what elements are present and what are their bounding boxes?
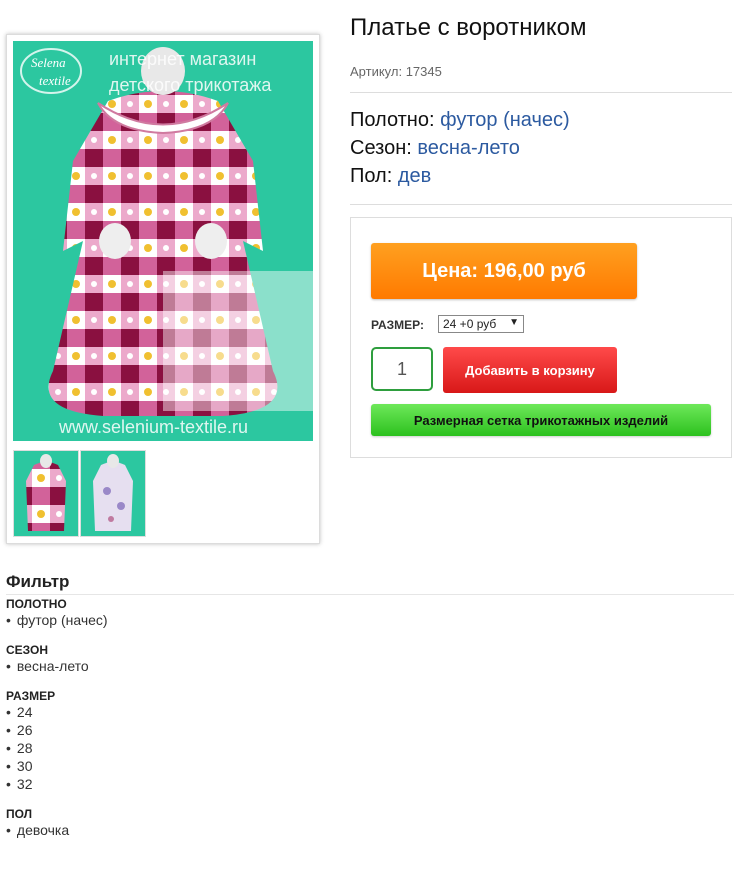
add-to-cart-button[interactable]: Добавить в корзину [443, 347, 617, 393]
attribute-label: Сезон: [350, 137, 412, 159]
attribute-gender: Пол: дев [350, 165, 431, 188]
sku-label: Артикул: [350, 64, 403, 79]
filter-item[interactable]: 28 [6, 739, 734, 757]
attribute-label: Полотно: [350, 109, 435, 131]
attribute-season: Сезон: весна-лето [350, 137, 520, 160]
filter-group-title: ПОЛОТНО [6, 597, 67, 611]
filter-item[interactable]: 26 [6, 721, 734, 739]
filter-title: Фильтр [6, 572, 734, 595]
buy-box: Цена: 196,00 руб РАЗМЕР: 24 +0 руб ▼ 1 Д… [350, 217, 732, 458]
watermark-line-2: детского трикотажа [109, 75, 272, 95]
logo-text-2: textile [39, 73, 71, 88]
attribute-link-fabric[interactable]: футор (начес) [440, 109, 570, 131]
attribute-label: Пол: [350, 165, 393, 187]
filter-panel: Фильтр ПОЛОТНО футор (начес) СЕЗОН весна… [6, 572, 734, 839]
filter-group-gender: ПОЛ девочка [6, 807, 734, 839]
sku-value: 17345 [405, 64, 442, 79]
size-label: РАЗМЕР: [371, 318, 424, 332]
filter-item[interactable]: футор (начес) [6, 611, 734, 629]
logo-text-1: Selena [31, 55, 66, 70]
filter-group-season: СЕЗОН весна-лето [6, 643, 734, 675]
sku-row: Артикул: 17345 [350, 64, 442, 79]
filter-item[interactable]: 32 [6, 775, 734, 793]
chevron-down-icon: ▼ [509, 317, 519, 328]
quantity-input[interactable]: 1 [371, 347, 433, 391]
size-chart-button[interactable]: Размерная сетка трикотажных изделий [371, 404, 711, 436]
main-product-image[interactable]: Selena textile интернет магазин детского… [13, 41, 313, 441]
filter-group-size: РАЗМЕР 24 26 28 30 32 [6, 689, 734, 793]
filter-item[interactable]: 30 [6, 757, 734, 775]
product-gallery: Selena textile интернет магазин детского… [6, 34, 320, 544]
watermark-url: www.selenium-textile.ru [58, 417, 248, 437]
filter-group-fabric: ПОЛОТНО футор (начес) [6, 597, 734, 629]
filter-group-title: РАЗМЕР [6, 689, 56, 703]
divider [350, 204, 732, 205]
filter-item[interactable]: 24 [6, 703, 734, 721]
attribute-link-season[interactable]: весна-лето [417, 137, 520, 159]
thumbnail-1[interactable] [13, 450, 79, 537]
watermark-line-1: интернет магазин [109, 49, 256, 69]
divider [350, 92, 732, 93]
thumbnail-2[interactable] [80, 450, 146, 537]
filter-item[interactable]: девочка [6, 821, 734, 839]
attribute-link-gender[interactable]: дев [398, 165, 431, 187]
filter-item[interactable]: весна-лето [6, 657, 734, 675]
product-title: Платье с воротником [350, 14, 587, 41]
size-select[interactable]: 24 +0 руб ▼ [438, 315, 524, 333]
price-button[interactable]: Цена: 196,00 руб [371, 243, 637, 299]
filter-group-title: СЕЗОН [6, 643, 49, 657]
filter-group-title: ПОЛ [6, 807, 33, 821]
size-selected-value: 24 +0 руб [443, 317, 497, 331]
attribute-fabric: Полотно: футор (начес) [350, 109, 570, 132]
